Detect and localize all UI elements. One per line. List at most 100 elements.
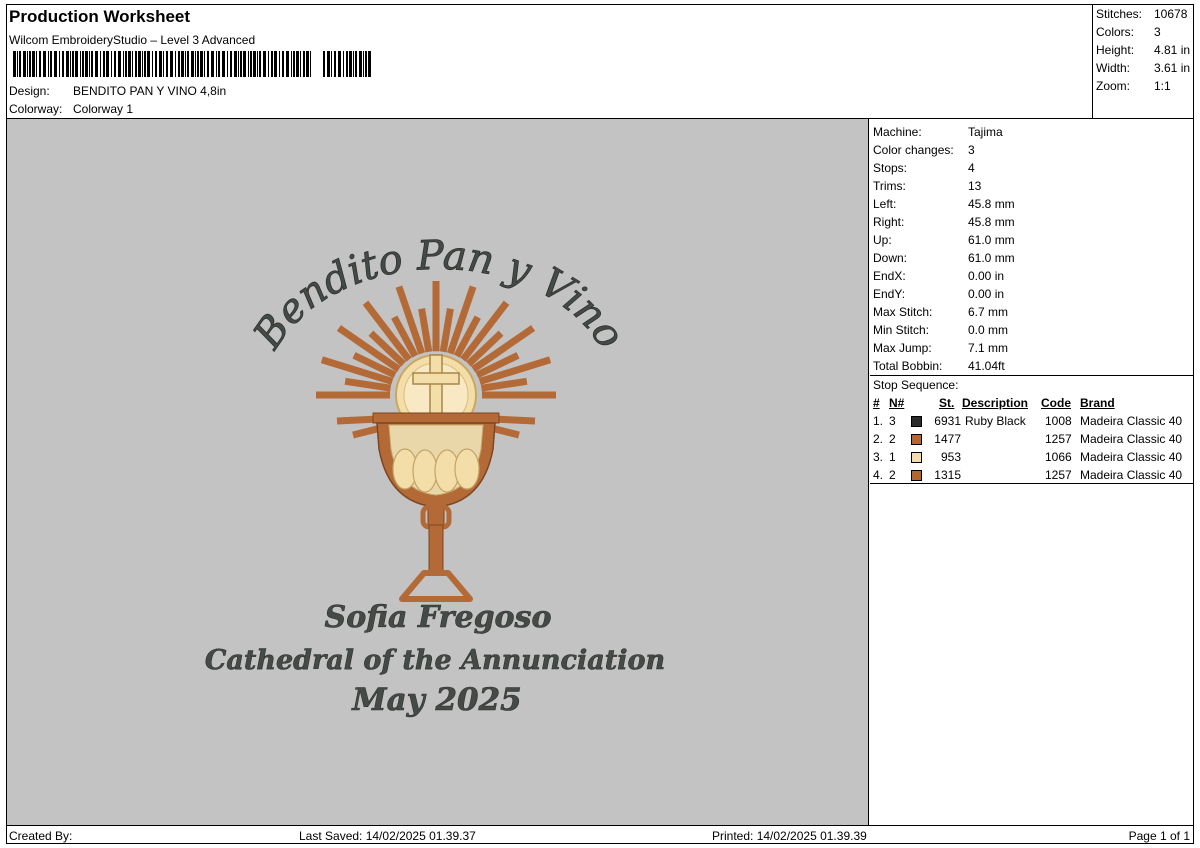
barcode-bar	[23, 51, 26, 77]
barcode-bar	[243, 51, 246, 77]
barcode-bar	[200, 51, 203, 77]
barcode-bar	[103, 51, 105, 77]
barcode-bar	[296, 51, 299, 77]
stop-num: 4.	[873, 468, 884, 482]
design-name: BENDITO PAN Y VINO 4,8in	[73, 84, 227, 98]
barcode-bar	[230, 51, 232, 77]
page-number: Page 1 of 1	[1128, 829, 1190, 843]
barcode-bar	[144, 51, 146, 77]
barcode-bar	[346, 51, 348, 77]
barcode-bar	[218, 51, 220, 77]
barcode-bar	[91, 51, 93, 77]
barcode-bar	[338, 51, 341, 77]
worksheet-header: Production Worksheet Wilcom EmbroiderySt…	[7, 5, 1093, 119]
thread-color-swatch	[911, 452, 922, 463]
col-brand: Brand	[1080, 396, 1115, 410]
barcode-bar	[349, 51, 352, 77]
barcode-bar	[36, 51, 37, 77]
design-canvas[interactable]: Bendito Pan y Vino Sofia Fregoso Cathedr…	[7, 119, 869, 825]
barcode-bar	[43, 51, 46, 77]
info-machine: Machine: Tajima	[873, 125, 1003, 139]
barcode-bar	[334, 51, 336, 77]
stop-code: 1008	[1045, 414, 1072, 428]
barcode-bar	[70, 51, 71, 77]
barcode-bar	[75, 51, 78, 77]
barcode-bar	[118, 51, 121, 77]
barcode-bar	[310, 51, 311, 77]
stop-num: 2.	[873, 432, 884, 446]
barcode-bar	[62, 51, 64, 77]
barcode-bar	[282, 51, 284, 77]
col-needle: N#	[889, 396, 905, 410]
barcode-bar	[359, 51, 362, 77]
barcode-bar	[211, 51, 214, 77]
barcode-bar	[19, 51, 21, 77]
barcode-bar	[59, 51, 60, 77]
barcode-bar	[142, 51, 143, 77]
barcode-bar	[111, 51, 112, 77]
stop-row: 2. 2 1477 1257 Madeira Classic 40	[873, 432, 1193, 448]
barcode-bar	[195, 51, 196, 77]
last-saved: Last Saved: 14/02/2025 01.39.37	[299, 829, 476, 843]
barcode-bar	[50, 51, 52, 77]
barcode-bar	[279, 51, 280, 77]
stop-st: 1477	[934, 432, 961, 446]
barcode-bar	[257, 51, 258, 77]
barcode-bar	[240, 51, 242, 77]
stop-n: 1	[889, 450, 896, 464]
barcode-bar	[125, 51, 127, 77]
stop-brand: Madeira Classic 40	[1080, 468, 1183, 482]
cup-stem-top	[427, 506, 445, 526]
col-num: #	[873, 396, 880, 410]
barcode-bar	[293, 51, 295, 77]
panel-divider-top	[870, 375, 1194, 376]
software-name: Wilcom EmbroideryStudio – Level 3 Advanc…	[9, 33, 256, 47]
barcode-bar	[327, 51, 330, 77]
barcode-bar	[138, 51, 141, 77]
worksheet-footer: Created By: Last Saved: 14/02/2025 01.39…	[7, 826, 1194, 844]
barcode-bar	[114, 51, 116, 77]
stop-n: 2	[889, 468, 896, 482]
barcode-bar	[166, 51, 168, 77]
barcode-bar	[343, 51, 344, 77]
stop-row: 3. 1 953 1066 Madeira Classic 40	[873, 450, 1193, 466]
info-total-bobbin: Total Bobbin: 41.04ft	[873, 359, 1005, 373]
stat-colors: Colors: 3	[1096, 25, 1161, 39]
stop-row: 4. 2 1315 1257 Madeira Classic 40	[873, 468, 1193, 484]
barcode-bar	[197, 51, 199, 77]
barcode-bar	[13, 51, 16, 77]
created-by: Created By:	[9, 829, 73, 843]
barcode-bar	[175, 51, 176, 77]
barcode-bar	[253, 51, 256, 77]
barcode-bar	[263, 51, 266, 77]
barcode-bar	[187, 51, 189, 77]
info-max-jump: Max Jump: 7.1 mm	[873, 341, 1009, 355]
design-name-line: Sofia Fregoso	[325, 600, 552, 635]
info-endx: EndX: 0.00 in	[873, 269, 1005, 283]
barcode-bar	[128, 51, 131, 77]
stat-height: Height: 4.81 in	[1096, 43, 1191, 57]
stop-brand: Madeira Classic 40	[1080, 432, 1183, 446]
barcode-bar	[82, 51, 84, 77]
barcode-bar	[85, 51, 88, 77]
barcode-bar	[286, 51, 289, 77]
barcode-bar	[152, 51, 153, 77]
cup-stem	[428, 524, 444, 576]
barcode-bar	[306, 51, 309, 77]
barcode-bar	[29, 51, 31, 77]
barcode-bar	[170, 51, 173, 77]
info-max-stitch: Max Stitch: 6.7 mm	[873, 305, 1009, 319]
worksheet-title: Production Worksheet	[9, 7, 191, 26]
design-date-line: May 2025	[351, 682, 522, 718]
barcode-bar	[238, 51, 239, 77]
barcode-bar	[363, 51, 364, 77]
info-min-stitch: Min Stitch: 0.0 mm	[873, 323, 1009, 337]
stop-code: 1257	[1045, 468, 1072, 482]
barcode-bar	[135, 51, 137, 77]
info-down: Down: 61.0 mm	[873, 251, 1015, 265]
stat-stitches: Stitches: 10678	[1096, 7, 1188, 21]
worksheet-frame: Production Worksheet Wilcom EmbroiderySt…	[6, 4, 1194, 844]
stop-code: 1066	[1045, 450, 1072, 464]
col-description: Description	[962, 396, 1029, 410]
barcode	[13, 51, 371, 77]
